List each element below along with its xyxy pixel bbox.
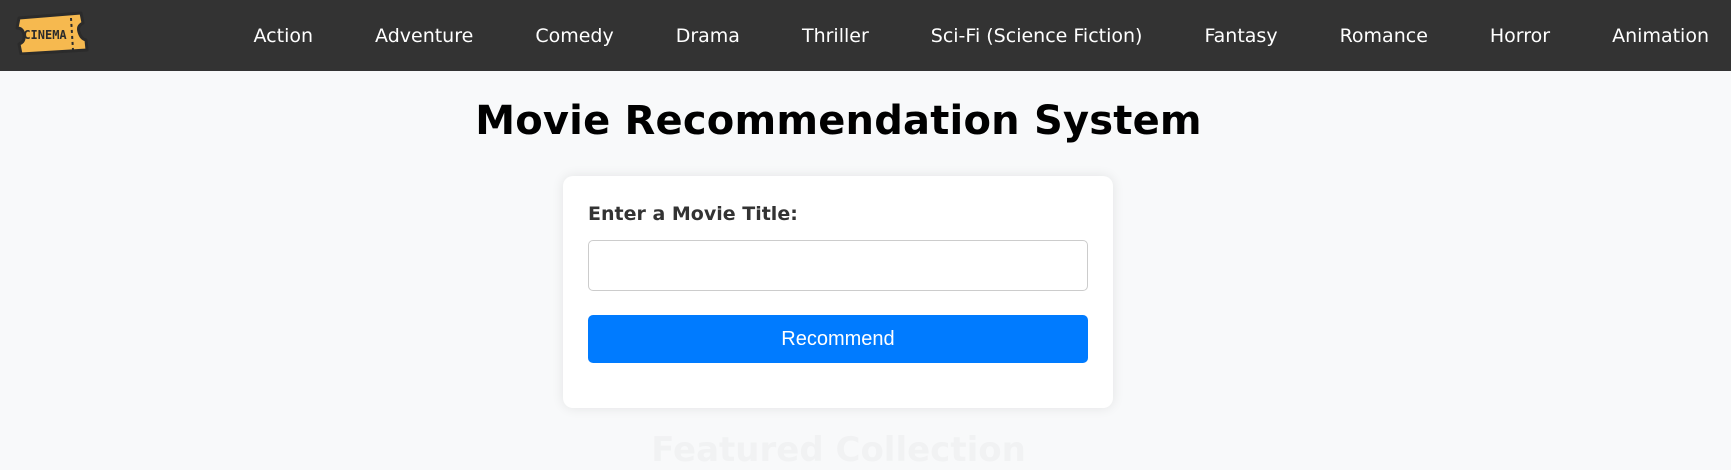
nav-item-animation[interactable]: Animation [1612, 25, 1709, 47]
nav-item-horror[interactable]: Horror [1490, 25, 1550, 47]
movie-title-label: Enter a Movie Title: [588, 203, 798, 225]
movie-title-input[interactable] [588, 240, 1088, 291]
recommend-button[interactable]: Recommend [588, 315, 1088, 363]
recommendation-form-card: Enter a Movie Title: Recommend [563, 176, 1113, 408]
logo-text: CINEMA [23, 28, 67, 42]
nav-item-fantasy[interactable]: Fantasy [1204, 25, 1277, 47]
featured-section-title: Featured Collection [651, 430, 1026, 470]
nav-item-romance[interactable]: Romance [1340, 25, 1428, 47]
cinema-ticket-logo-icon[interactable]: CINEMA [11, 10, 89, 55]
genre-nav: Action Adventure Comedy Drama Thriller S… [192, 0, 1731, 71]
nav-item-action[interactable]: Action [254, 25, 314, 47]
nav-item-thriller[interactable]: Thriller [802, 25, 869, 47]
nav-item-drama[interactable]: Drama [676, 25, 740, 47]
nav-item-sci-fi[interactable]: Sci-Fi (Science Fiction) [931, 25, 1143, 47]
page-title: Movie Recommendation System [475, 98, 1202, 144]
nav-item-comedy[interactable]: Comedy [535, 25, 613, 47]
top-navbar: CINEMA Action Adventure Comedy Drama Thr… [0, 0, 1731, 71]
nav-item-adventure[interactable]: Adventure [375, 25, 473, 47]
